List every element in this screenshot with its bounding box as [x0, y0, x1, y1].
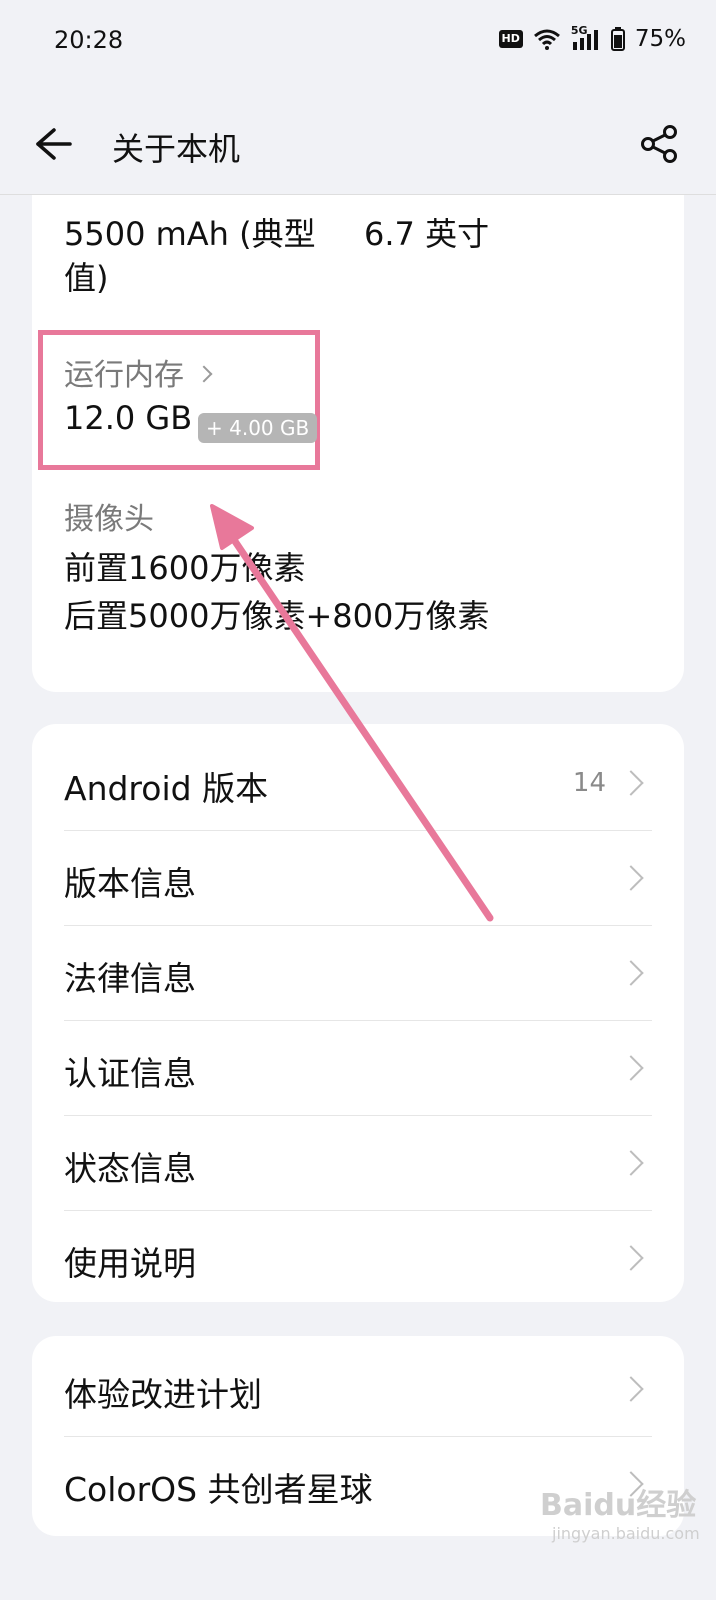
share-icon[interactable] [640, 124, 680, 164]
list-item-label: 认证信息 [64, 1054, 196, 1093]
chevron-right-icon [618, 770, 644, 796]
app-bar: 关于本机 [0, 84, 716, 195]
list-item-certification-info[interactable]: 认证信息 [64, 1021, 652, 1115]
ram-label: 运行内存 [64, 358, 184, 393]
list-item-label: ColorOS 共创者星球 [64, 1470, 373, 1509]
hd-badge: HD [498, 30, 523, 48]
chevron-right-icon [618, 865, 644, 891]
camera-label: 摄像头 [64, 502, 154, 537]
ram-value: 12.0 GB [64, 399, 193, 437]
list-item-label: 版本信息 [64, 864, 196, 903]
chevron-right-icon [618, 1150, 644, 1176]
battery-percent: 75% [634, 26, 686, 52]
list-item-user-guide[interactable]: 使用说明 [64, 1211, 652, 1305]
list-item-label: 法律信息 [64, 959, 196, 998]
camera-front-value: 前置1600万像素 [64, 549, 306, 587]
chevron-right-icon [618, 1055, 644, 1081]
watermark-sub: jingyan.baidu.com [552, 1524, 700, 1543]
ram-expansion-badge: + 4.00 GB [198, 413, 318, 443]
list-item-label: 使用说明 [64, 1244, 196, 1283]
list-item-label: Android 版本 [64, 769, 269, 808]
chevron-right-icon [618, 960, 644, 986]
list-item-legal-info[interactable]: 法律信息 [64, 926, 652, 1020]
list-item-status-info[interactable]: 状态信息 [64, 1116, 652, 1210]
status-bar: 20:28 HD 5G 75% [0, 0, 716, 84]
ram-item[interactable]: 运行内存 [64, 350, 213, 394]
chevron-right-icon [618, 1376, 644, 1402]
arrow-left-icon[interactable] [34, 126, 74, 162]
list-item-experience-program[interactable]: 体验改进计划 [64, 1342, 652, 1436]
specs-card: 5500 mAh (典型值) 6.7 英寸 运行内存 12.0 GB + 4.0… [32, 160, 684, 692]
battery-icon [610, 27, 625, 51]
list-item-version-info[interactable]: 版本信息 [64, 831, 652, 925]
screen-size-value: 6.7 英寸 [364, 215, 490, 253]
page-title: 关于本机 [112, 130, 241, 168]
list-item-label: 体验改进计划 [64, 1375, 262, 1414]
signal-icon: 5G [571, 24, 601, 50]
list-item-android-version[interactable]: Android 版本 14 [64, 736, 652, 830]
battery-capacity-value: 5500 mAh (典型值) [64, 215, 316, 297]
system-info-card: Android 版本 14 版本信息 法律信息 认证信息 状态信息 使用说明 [32, 724, 684, 1302]
wifi-icon [533, 29, 560, 50]
camera-rear-value: 后置5000万像素+800万像素 [64, 597, 490, 635]
chevron-right-icon [195, 365, 213, 382]
watermark-main: Baidu经验 [540, 1488, 697, 1523]
watermark-logo: Baidu经验 jingyan.baidu.com [540, 1480, 700, 1543]
list-item-label: 状态信息 [64, 1149, 196, 1188]
android-version-value: 14 [572, 768, 606, 798]
status-time: 20:28 [54, 26, 124, 54]
chevron-right-icon [618, 1245, 644, 1271]
status-icons: HD 5G 75% [498, 24, 686, 52]
